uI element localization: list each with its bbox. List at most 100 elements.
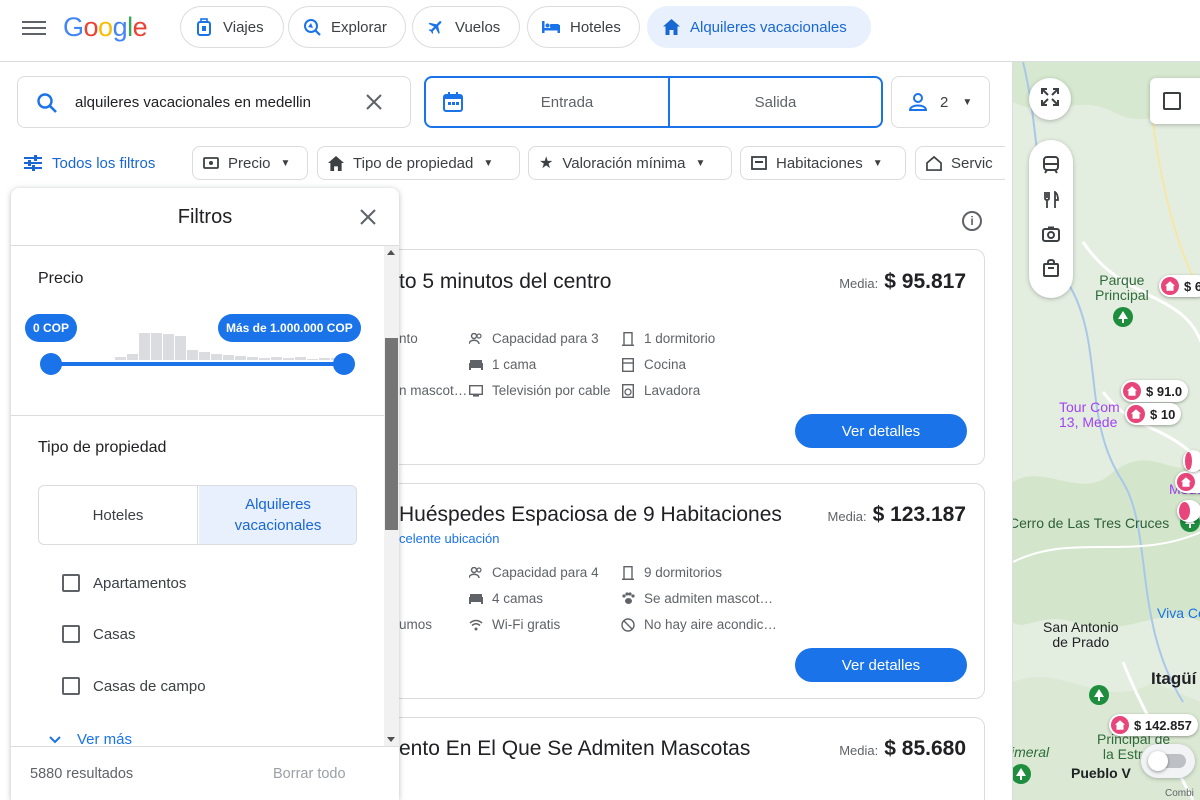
main-menu-icon[interactable]: [22, 18, 46, 40]
amenity: Capacidad para 4: [469, 565, 599, 580]
rooms-chip[interactable]: Habitaciones ▼: [740, 146, 906, 180]
info-icon[interactable]: i: [962, 211, 982, 231]
price-min-handle[interactable]: [40, 353, 62, 375]
price-pin[interactable]: [1177, 500, 1200, 522]
price-chip[interactable]: Precio ▼: [192, 146, 308, 180]
price-slider-track[interactable]: [51, 362, 344, 366]
checkbox-casas-de-campo[interactable]: Casas de campo: [62, 677, 206, 695]
guests-selector[interactable]: 2 ▼: [891, 76, 990, 128]
segment-alquileres-vacacionales[interactable]: Alquileres vacacionales: [199, 486, 356, 544]
filters-footer: 5880 resultados Borrar todo: [11, 746, 399, 800]
price-max-label: Más de 1.000.000 COP: [218, 314, 361, 342]
tab-vuelos[interactable]: Vuelos: [412, 6, 520, 48]
listing-title[interactable]: to 5 minutos del centro: [399, 270, 611, 294]
transit-icon[interactable]: [1042, 156, 1060, 179]
tab-hoteles[interactable]: Hoteles: [527, 6, 640, 48]
histogram-bar: [283, 358, 294, 360]
histogram-bar: [223, 355, 234, 360]
kitchen-icon: [621, 357, 635, 372]
checkbox[interactable]: [62, 625, 80, 643]
segment-hoteles[interactable]: Hoteles: [39, 486, 198, 544]
chevron-down-icon: ▼: [962, 96, 973, 108]
view-details-button[interactable]: Ver detalles: [795, 648, 967, 682]
amenity: No hay aire acondic…: [621, 617, 777, 632]
histogram-bar: [127, 354, 138, 360]
map-label: Tour Com 13, Mede: [1059, 399, 1120, 430]
checkbox[interactable]: [62, 574, 80, 592]
door-icon: [621, 331, 635, 346]
close-icon[interactable]: [359, 208, 377, 231]
checkbox-apartamentos[interactable]: Apartamentos: [62, 574, 186, 592]
house-icon: [328, 155, 344, 171]
shopping-bag-icon[interactable]: [1043, 258, 1059, 282]
price-pin[interactable]: [1183, 450, 1200, 472]
listing-title[interactable]: ento En El Que Se Admiten Mascotas: [399, 737, 750, 761]
bed-icon: [542, 18, 560, 36]
restaurant-icon[interactable]: [1043, 190, 1059, 214]
filters-scrollbar[interactable]: [384, 246, 399, 746]
checkbox[interactable]: [62, 677, 80, 695]
bed-icon: [469, 592, 483, 606]
price-section-label: Precio: [38, 270, 84, 287]
scroll-up-icon[interactable]: [387, 250, 395, 255]
listing-price: Media: $ 95.817: [839, 270, 966, 293]
house-icon: [1123, 382, 1141, 400]
door-icon: [621, 565, 635, 580]
histogram-bar: [235, 356, 246, 360]
amenity: Se admiten mascot…: [621, 591, 773, 606]
amenity: 4 camas: [469, 591, 543, 606]
camera-icon[interactable]: [1042, 226, 1060, 247]
listing-card[interactable]: ento En El Que Se Admiten Mascotas Media…: [380, 717, 985, 800]
scroll-down-icon[interactable]: [387, 737, 395, 742]
house-icon: [1179, 502, 1190, 520]
scrollbar-thumb[interactable]: [385, 338, 398, 530]
clear-all-button[interactable]: Borrar todo: [273, 766, 346, 782]
tab-alquileres-vacacionales[interactable]: Alquileres vacacionales: [647, 6, 871, 48]
chevron-down-icon: ▼: [872, 157, 883, 169]
park-icon[interactable]: [1013, 764, 1031, 784]
fullscreen-button[interactable]: [1029, 78, 1071, 120]
airplane-icon: [427, 18, 445, 36]
amenity: Wi-Fi gratis: [469, 617, 560, 632]
property-type-chip[interactable]: Tipo de propiedad ▼: [317, 146, 520, 180]
price-pin[interactable]: $ 10: [1125, 403, 1182, 425]
view-details-button[interactable]: Ver detalles: [795, 414, 967, 448]
price-pin[interactable]: $ 91.0: [1121, 380, 1189, 402]
min-rating-chip[interactable]: ★ Valoración mínima ▼: [528, 146, 732, 180]
checkbox-casas[interactable]: Casas: [62, 625, 136, 643]
date-picker[interactable]: Entrada Salida: [424, 76, 883, 128]
tab-explorar[interactable]: Explorar: [288, 6, 406, 48]
histogram-bar: [307, 359, 318, 360]
checkbox[interactable]: [1163, 92, 1181, 110]
histogram-bar: [295, 357, 306, 360]
chevron-down-icon: ▼: [483, 157, 494, 169]
park-icon[interactable]: [1113, 307, 1133, 327]
checkout-field[interactable]: Salida: [670, 78, 881, 126]
map-search-area-toggle[interactable]: [1150, 78, 1200, 124]
park-icon[interactable]: [1089, 685, 1109, 705]
price-max-handle[interactable]: [333, 353, 355, 375]
house-icon: [1185, 452, 1192, 470]
all-filters-button[interactable]: Todos los filtros: [24, 146, 155, 180]
clear-search-icon[interactable]: [365, 93, 383, 116]
listing-title[interactable]: Huéspedes Espaciosa de 9 Habitaciones: [399, 503, 782, 527]
price-pin[interactable]: $ 6: [1159, 275, 1200, 297]
price-pin[interactable]: $: [1175, 471, 1200, 493]
listing-card[interactable]: to 5 minutos del centro Media: $ 95.817 …: [380, 249, 985, 465]
map-toggle-switch[interactable]: [1141, 744, 1195, 778]
map[interactable]: Parque Principal Tour Com 13, Mede Cerro…: [1012, 62, 1200, 800]
people-icon: [469, 566, 483, 580]
toggle-icon: [1148, 751, 1186, 771]
search-box[interactable]: alquileres vacacionales en medellin: [17, 76, 411, 128]
histogram-bar: [187, 350, 198, 360]
search-input[interactable]: alquileres vacacionales en medellin: [75, 94, 311, 111]
chevron-down-icon: [49, 735, 61, 744]
price-pin[interactable]: $ 142.857: [1109, 714, 1198, 736]
property-type-section-label: Tipo de propiedad: [38, 439, 167, 456]
tab-viajes[interactable]: Viajes: [180, 6, 284, 48]
services-chip[interactable]: Servic: [915, 146, 1005, 180]
listing-card[interactable]: Huéspedes Espaciosa de 9 Habitaciones ce…: [380, 483, 985, 699]
top-bar: Google Viajes Explorar Vuelos Hoteles Al…: [0, 0, 1200, 62]
google-logo[interactable]: Google: [63, 12, 148, 43]
chevron-down-icon: ▼: [695, 157, 706, 169]
